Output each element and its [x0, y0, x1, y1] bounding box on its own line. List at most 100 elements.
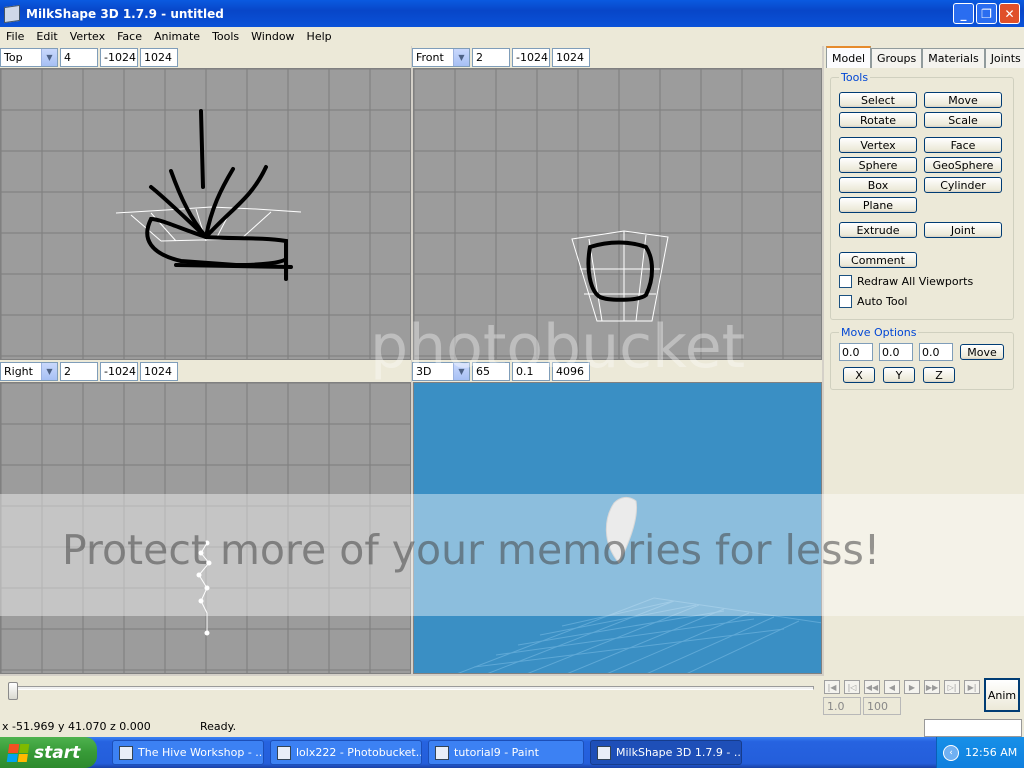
chevron-down-icon: ▼: [453, 48, 469, 66]
frame-slider-track[interactable]: [12, 686, 814, 690]
x-axis-button[interactable]: X: [843, 367, 875, 383]
end-frame-field[interactable]: 100: [863, 697, 901, 715]
frame-slider-thumb[interactable]: [8, 682, 18, 700]
front-view-canvas: [414, 69, 821, 359]
viewport-field-3[interactable]: 1024: [140, 361, 178, 381]
rewind-icon[interactable]: ◀◀: [864, 680, 880, 694]
z-axis-button[interactable]: Z: [923, 367, 955, 383]
start-frame-field[interactable]: 1.0: [823, 697, 861, 715]
menu-face[interactable]: Face: [111, 30, 148, 43]
browser-icon: [277, 745, 291, 760]
scale-button[interactable]: Scale: [924, 112, 1002, 128]
move-apply-button[interactable]: Move: [960, 344, 1004, 360]
menu-tools[interactable]: Tools: [206, 30, 245, 43]
clock: 12:56 AM: [965, 746, 1018, 759]
checkbox-box[interactable]: [839, 295, 852, 308]
viewport-3d-header: 3D ▼ 65 0.1 4096: [412, 360, 822, 382]
task-hive-workshop[interactable]: The Hive Workshop - ...: [112, 740, 264, 765]
menu-help[interactable]: Help: [301, 30, 338, 43]
app-cube-icon: [597, 745, 611, 760]
extrude-button[interactable]: Extrude: [839, 222, 917, 238]
viewport-field-1[interactable]: 65: [472, 361, 510, 381]
first-frame-icon[interactable]: |◀: [824, 680, 840, 694]
fast-forward-icon[interactable]: ▶▶: [924, 680, 940, 694]
top-view-canvas: [1, 69, 410, 359]
redraw-checkbox[interactable]: Redraw All Viewports: [839, 275, 973, 288]
move-y-input[interactable]: 0.0: [879, 343, 913, 361]
last-frame-icon[interactable]: ▶|: [964, 680, 980, 694]
prev-key-icon[interactable]: |◁: [844, 680, 860, 694]
sphere-button[interactable]: Sphere: [839, 157, 917, 173]
menu-edit[interactable]: Edit: [30, 30, 63, 43]
task-milkshape[interactable]: MilkShape 3D 1.7.9 - ...: [590, 740, 742, 765]
next-frame-icon[interactable]: ▶: [904, 680, 920, 694]
move-x-input[interactable]: 0.0: [839, 343, 873, 361]
system-tray: ‹ 12:56 AM: [936, 737, 1024, 768]
viewport-field-3[interactable]: 1024: [140, 47, 178, 67]
view-select-front[interactable]: Front ▼: [412, 47, 470, 67]
view-select-3d[interactable]: 3D ▼: [412, 361, 470, 381]
status-panel: [924, 719, 1022, 737]
start-button[interactable]: start: [0, 737, 97, 768]
close-button[interactable]: ✕: [999, 3, 1020, 24]
viewport-right[interactable]: [0, 382, 411, 674]
select-button[interactable]: Select: [839, 92, 917, 108]
move-button[interactable]: Move: [924, 92, 1002, 108]
restore-icon: ❐: [981, 6, 992, 21]
menu-animate[interactable]: Animate: [148, 30, 206, 43]
windows-logo-icon: [6, 743, 30, 762]
vertex-button[interactable]: Vertex: [839, 137, 917, 153]
auto-tool-checkbox[interactable]: Auto Tool: [839, 295, 907, 308]
viewport-right-header: Right ▼ 2 -1024 1024: [0, 360, 411, 382]
prev-frame-icon[interactable]: ◀: [884, 680, 900, 694]
menu-vertex[interactable]: Vertex: [64, 30, 111, 43]
viewport-field-3[interactable]: 4096: [552, 361, 590, 381]
minimize-button[interactable]: _: [953, 3, 974, 24]
move-z-input[interactable]: 0.0: [919, 343, 953, 361]
title-bar[interactable]: MilkShape 3D 1.7.9 - untitled _ ❐ ✕: [0, 0, 1024, 27]
view-select-right[interactable]: Right ▼: [0, 361, 58, 381]
cylinder-button[interactable]: Cylinder: [924, 177, 1002, 193]
face-button[interactable]: Face: [924, 137, 1002, 153]
viewport-field-2[interactable]: -1024: [512, 47, 550, 67]
minimize-icon: _: [960, 6, 967, 21]
viewport-field-2[interactable]: 0.1: [512, 361, 550, 381]
viewport-field-2[interactable]: -1024: [100, 47, 138, 67]
viewport-field-1[interactable]: 4: [60, 47, 98, 67]
anim-toggle-button[interactable]: Anim: [984, 678, 1020, 712]
tray-expand-icon[interactable]: ‹: [943, 744, 959, 761]
black-sketch-lines: [145, 109, 293, 281]
tab-groups[interactable]: Groups: [871, 48, 923, 68]
geosphere-button[interactable]: GeoSphere: [924, 157, 1002, 173]
task-paint[interactable]: tutorial9 - Paint: [428, 740, 584, 765]
menu-file[interactable]: File: [0, 30, 30, 43]
viewport-field-1[interactable]: 2: [472, 47, 510, 67]
plane-button[interactable]: Plane: [839, 197, 917, 213]
viewport-field-1[interactable]: 2: [60, 361, 98, 381]
tab-model[interactable]: Model: [826, 46, 872, 68]
tab-materials[interactable]: Materials: [922, 48, 985, 68]
viewport-3d[interactable]: [413, 382, 822, 674]
ground-grid: [457, 597, 821, 673]
chevron-down-icon: ▼: [41, 362, 57, 380]
box-button[interactable]: Box: [839, 177, 917, 193]
next-key-icon[interactable]: ▷|: [944, 680, 960, 694]
view-select-top[interactable]: Top ▼: [0, 47, 58, 67]
viewport-field-3[interactable]: 1024: [552, 47, 590, 67]
viewport-top[interactable]: [0, 68, 411, 360]
task-photobucket[interactable]: lolx222 - Photobucket...: [270, 740, 422, 765]
viewport-field-2[interactable]: -1024: [100, 361, 138, 381]
viewport-front[interactable]: [413, 68, 822, 360]
joint-button[interactable]: Joint: [924, 222, 1002, 238]
tools-group: Tools Select Move Rotate Scale Vertex Fa…: [830, 71, 1014, 320]
comment-button[interactable]: Comment: [839, 252, 917, 268]
maximize-button[interactable]: ❐: [976, 3, 997, 24]
rotate-button[interactable]: Rotate: [839, 112, 917, 128]
checkbox-box[interactable]: [839, 275, 852, 288]
paint-icon: [435, 745, 449, 760]
menu-window[interactable]: Window: [245, 30, 300, 43]
close-icon: ✕: [1004, 6, 1015, 21]
tab-joints[interactable]: Joints: [984, 48, 1024, 68]
panel-tabs: Model Groups Materials Joints: [826, 46, 1024, 68]
y-axis-button[interactable]: Y: [883, 367, 915, 383]
